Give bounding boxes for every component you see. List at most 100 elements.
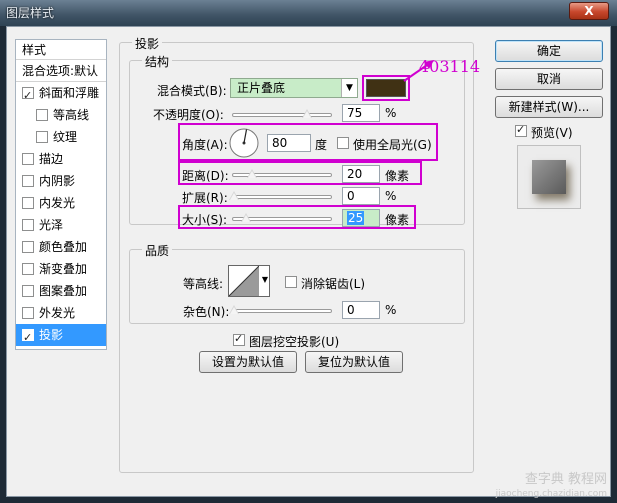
global-light-checkbox[interactable]	[337, 137, 349, 149]
distance-input[interactable]: 20	[342, 165, 380, 183]
noise-slider-thumb[interactable]	[229, 305, 239, 315]
noise-label: 杂色(N):	[183, 305, 230, 319]
knockout-checkbox[interactable]	[233, 332, 245, 346]
preview-label: 预览(V)	[531, 126, 573, 140]
watermark-line1: 查字典 教程网	[524, 472, 607, 487]
noise-input[interactable]: 0	[342, 301, 380, 319]
opacity-slider-thumb[interactable]	[302, 109, 312, 119]
style-list-item[interactable]: 等高线	[16, 104, 106, 126]
contour-dropdown-arrow-icon[interactable]: ▼	[262, 275, 268, 284]
preview-swatch	[532, 160, 566, 194]
style-list-item-label: 描边	[39, 152, 64, 166]
style-list-item-label: 内阴影	[39, 174, 76, 188]
style-list-item-label: 渐变叠加	[39, 262, 88, 276]
style-list-item[interactable]: 内阴影	[16, 170, 106, 192]
contour-label: 等高线:	[183, 277, 224, 291]
style-list-item[interactable]: 内发光	[16, 192, 106, 214]
style-checkbox[interactable]	[22, 219, 34, 231]
style-checkbox[interactable]	[22, 327, 34, 346]
style-checkbox[interactable]	[36, 109, 48, 121]
title-bar[interactable]: 图层样式 X	[0, 0, 617, 26]
style-checkbox[interactable]	[22, 153, 34, 165]
opacity-unit: %	[385, 106, 397, 120]
angle-dial-icon[interactable]	[228, 127, 260, 159]
blend-mode-label: 混合模式(B):	[157, 84, 227, 98]
style-list-item-label: 纹理	[53, 130, 78, 144]
spread-slider-thumb[interactable]	[229, 191, 239, 201]
blend-options-item[interactable]: 混合选项:默认	[16, 60, 106, 82]
contour-picker[interactable]: ▼	[228, 265, 270, 297]
cancel-button[interactable]: 取消	[495, 68, 603, 90]
style-list-item[interactable]: 渐变叠加	[16, 258, 106, 280]
style-list-item[interactable]: 纹理	[16, 126, 106, 148]
anti-alias-checkbox[interactable]	[285, 276, 297, 288]
style-list-item-label: 颜色叠加	[39, 240, 88, 254]
distance-slider-thumb[interactable]	[247, 169, 257, 179]
size-value-selected: 25	[347, 211, 365, 225]
style-checkbox[interactable]	[22, 85, 34, 104]
close-button[interactable]: X	[569, 2, 609, 20]
angle-input[interactable]: 80	[267, 134, 311, 152]
style-list-item-label: 外发光	[39, 306, 76, 320]
size-input[interactable]: 25	[342, 209, 380, 227]
style-list-header[interactable]: 样式	[16, 40, 106, 60]
style-list-item-label: 斜面和浮雕	[39, 86, 100, 100]
angle-label: 角度(A):	[182, 138, 228, 152]
new-style-button[interactable]: 新建样式(W)...	[495, 96, 603, 118]
make-default-button[interactable]: 设置为默认值	[199, 351, 297, 373]
chevron-down-icon: ▼	[341, 79, 357, 97]
style-list-item-label: 光泽	[39, 218, 64, 232]
style-list-item[interactable]: 描边	[16, 148, 106, 170]
style-preview-thumbnail	[517, 145, 581, 209]
shadow-color-swatch[interactable]	[366, 79, 406, 97]
color-hex-annotation: 403114	[419, 57, 481, 76]
spread-label: 扩展(R):	[182, 191, 228, 205]
style-list-item-label: 图案叠加	[39, 284, 88, 298]
style-list: 样式 混合选项:默认 斜面和浮雕等高线纹理描边内阴影内发光光泽颜色叠加渐变叠加图…	[15, 39, 107, 350]
style-list-item[interactable]: 投影	[16, 324, 106, 346]
watermark: 查字典 教程网 jiaocheng.chazidian.com	[496, 473, 607, 501]
angle-unit: 度	[315, 138, 328, 152]
preview-checkbox[interactable]	[515, 123, 527, 137]
opacity-label: 不透明度(O):	[153, 108, 224, 122]
noise-slider[interactable]	[232, 309, 332, 313]
size-unit: 像素	[385, 213, 410, 227]
blend-mode-value: 正片叠底	[237, 81, 286, 95]
style-checkbox[interactable]	[22, 285, 34, 297]
window-title: 图层样式	[6, 6, 55, 20]
knockout-label: 图层挖空投影(U)	[249, 335, 340, 349]
global-light-label: 使用全局光(G)	[353, 138, 432, 152]
distance-label: 距离(D):	[182, 169, 229, 183]
opacity-input[interactable]: 75	[342, 104, 380, 122]
quality-title: 品质	[142, 242, 173, 259]
style-list-item[interactable]: 斜面和浮雕	[16, 82, 106, 104]
style-list-item-label: 投影	[39, 328, 64, 342]
style-checkbox[interactable]	[22, 263, 34, 275]
spread-unit: %	[385, 189, 397, 203]
style-checkbox[interactable]	[22, 307, 34, 319]
blend-mode-select[interactable]: 正片叠底 ▼	[230, 78, 358, 98]
style-list-item-label: 等高线	[53, 108, 90, 122]
style-list-item-label: 内发光	[39, 196, 76, 210]
watermark-line2: jiaocheng.chazidian.com	[495, 489, 607, 499]
structure-title: 结构	[142, 53, 173, 70]
spread-slider[interactable]	[232, 195, 332, 199]
spread-input[interactable]: 0	[342, 187, 380, 205]
style-list-item[interactable]: 图案叠加	[16, 280, 106, 302]
opacity-slider[interactable]	[232, 113, 332, 117]
size-label: 大小(S):	[182, 213, 228, 227]
style-checkbox[interactable]	[36, 131, 48, 143]
style-checkbox[interactable]	[22, 241, 34, 253]
style-list-item[interactable]: 颜色叠加	[16, 236, 106, 258]
size-slider-thumb[interactable]	[241, 213, 251, 223]
distance-unit: 像素	[385, 169, 410, 183]
style-list-item[interactable]: 光泽	[16, 214, 106, 236]
style-list-item[interactable]: 外发光	[16, 302, 106, 324]
ok-button[interactable]: 确定	[495, 40, 603, 62]
style-checkbox[interactable]	[22, 175, 34, 187]
style-checkbox[interactable]	[22, 197, 34, 209]
noise-unit: %	[385, 303, 397, 317]
contour-curve-icon	[229, 266, 259, 296]
anti-alias-label: 消除锯齿(L)	[301, 277, 366, 291]
reset-default-button[interactable]: 复位为默认值	[305, 351, 403, 373]
